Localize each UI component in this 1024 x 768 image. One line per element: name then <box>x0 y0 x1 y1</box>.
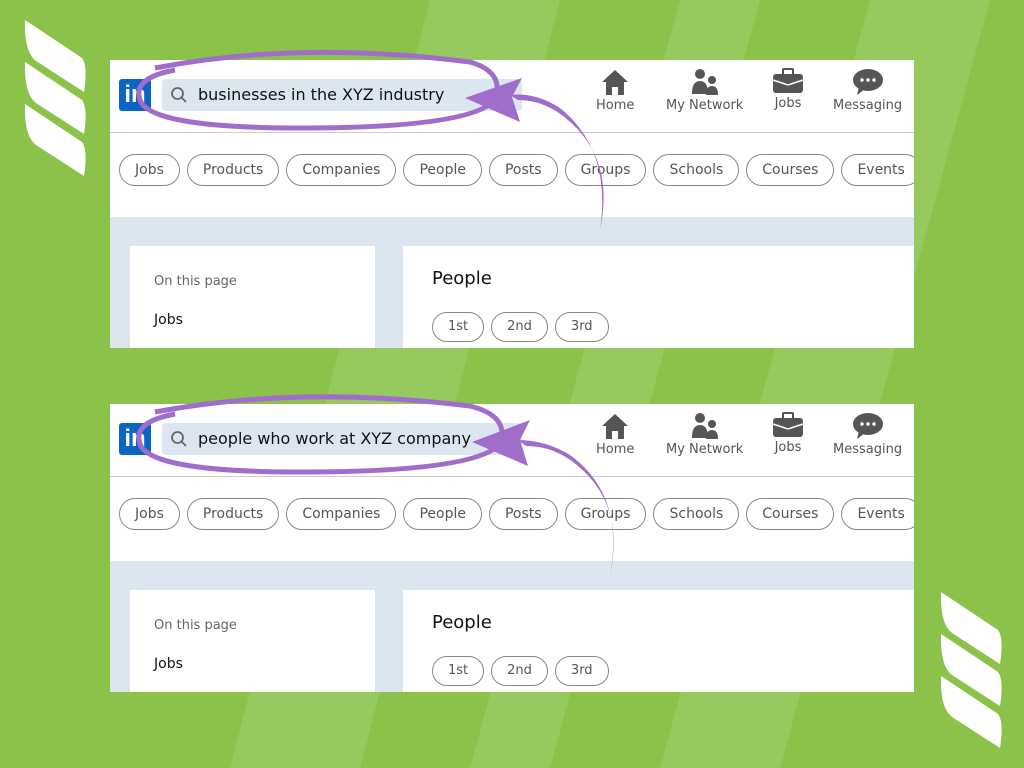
search-icon <box>171 87 187 103</box>
search-filter-chips: Jobs Products Companies People Posts Gro… <box>119 498 914 530</box>
connection-degree-filters: 1st 2nd 3rd <box>432 312 609 342</box>
nav-messaging[interactable]: Messaging <box>833 68 902 113</box>
filter-products[interactable]: Products <box>186 154 280 186</box>
filter-courses[interactable]: Courses <box>746 154 835 186</box>
linkedin-screenshot-2: in people who work at XYZ company Home M… <box>110 404 914 692</box>
search-input[interactable]: people who work at XYZ company <box>162 423 522 455</box>
filter-groups[interactable]: Groups <box>564 154 647 186</box>
nav-label: Home <box>596 98 635 113</box>
on-this-page-card: On this page Jobs <box>130 590 375 692</box>
nav-label: Jobs <box>774 96 802 111</box>
nav-my-network[interactable]: My Network <box>666 412 743 457</box>
nav-messaging[interactable]: Messaging <box>833 412 902 457</box>
nav-label: Home <box>596 442 635 457</box>
nav-my-network[interactable]: My Network <box>666 68 743 113</box>
on-this-page-card: On this page Jobs <box>130 246 375 348</box>
nav-label: Jobs <box>774 440 802 455</box>
nav-label: Messaging <box>833 442 903 457</box>
nav-home[interactable]: Home <box>596 412 634 457</box>
messaging-icon <box>852 69 883 95</box>
messaging-icon <box>852 413 883 439</box>
on-this-page-link-jobs[interactable]: Jobs <box>154 312 183 328</box>
briefcase-icon <box>772 68 804 93</box>
filter-schools[interactable]: Schools <box>653 154 740 186</box>
degree-1st[interactable]: 1st <box>432 312 485 342</box>
home-icon <box>602 70 629 95</box>
filter-events[interactable]: Events <box>841 154 914 186</box>
nav-jobs[interactable]: Jobs <box>772 412 804 455</box>
search-query: people who work at XYZ company <box>198 429 471 448</box>
filter-posts[interactable]: Posts <box>488 154 558 186</box>
filter-jobs[interactable]: Jobs <box>119 154 180 186</box>
degree-3rd[interactable]: 3rd <box>554 312 609 342</box>
top-nav-bar: in businesses in the XYZ industry Home M… <box>110 60 914 133</box>
filter-products[interactable]: Products <box>186 498 280 530</box>
on-this-page-heading: On this page <box>154 618 237 633</box>
degree-2nd[interactable]: 2nd <box>491 656 548 686</box>
on-this-page-heading: On this page <box>154 274 237 289</box>
network-icon <box>691 413 718 439</box>
degree-3rd[interactable]: 3rd <box>554 656 609 686</box>
filter-groups[interactable]: Groups <box>564 498 647 530</box>
linkedin-screenshot-1: in businesses in the XYZ industry Home M… <box>110 60 914 348</box>
people-results-card: People 1st 2nd 3rd <box>403 246 914 348</box>
filter-posts[interactable]: Posts <box>488 498 558 530</box>
filter-events[interactable]: Events <box>841 498 914 530</box>
filter-courses[interactable]: Courses <box>746 498 835 530</box>
top-nav-bar: in people who work at XYZ company Home M… <box>110 404 914 477</box>
search-input[interactable]: businesses in the XYZ industry <box>162 79 522 111</box>
brand-leaf-icon-bottom <box>940 592 1002 748</box>
nav-jobs[interactable]: Jobs <box>772 68 804 111</box>
degree-1st[interactable]: 1st <box>432 656 485 686</box>
filter-companies[interactable]: Companies <box>286 154 397 186</box>
brand-leaf-icon-top <box>24 20 86 176</box>
people-results-card: People 1st 2nd 3rd <box>403 590 914 692</box>
degree-2nd[interactable]: 2nd <box>491 312 548 342</box>
nav-label: My Network <box>666 98 744 113</box>
home-icon <box>602 414 629 439</box>
search-icon <box>171 431 187 447</box>
connection-degree-filters: 1st 2nd 3rd <box>432 656 609 686</box>
nav-label: Messaging <box>833 98 903 113</box>
network-icon <box>691 69 718 95</box>
people-heading: People <box>432 268 492 289</box>
nav-label: My Network <box>666 442 744 457</box>
filter-companies[interactable]: Companies <box>286 498 397 530</box>
filter-people[interactable]: People <box>403 498 482 530</box>
filter-jobs[interactable]: Jobs <box>119 498 180 530</box>
nav-home[interactable]: Home <box>596 68 634 113</box>
on-this-page-link-jobs[interactable]: Jobs <box>154 656 183 672</box>
people-heading: People <box>432 612 492 633</box>
linkedin-logo[interactable]: in <box>119 423 151 455</box>
filter-people[interactable]: People <box>403 154 482 186</box>
linkedin-logo[interactable]: in <box>119 79 151 111</box>
search-filter-chips: Jobs Products Companies People Posts Gro… <box>119 154 914 186</box>
filter-schools[interactable]: Schools <box>653 498 740 530</box>
search-query: businesses in the XYZ industry <box>198 85 445 104</box>
briefcase-icon <box>772 412 804 437</box>
